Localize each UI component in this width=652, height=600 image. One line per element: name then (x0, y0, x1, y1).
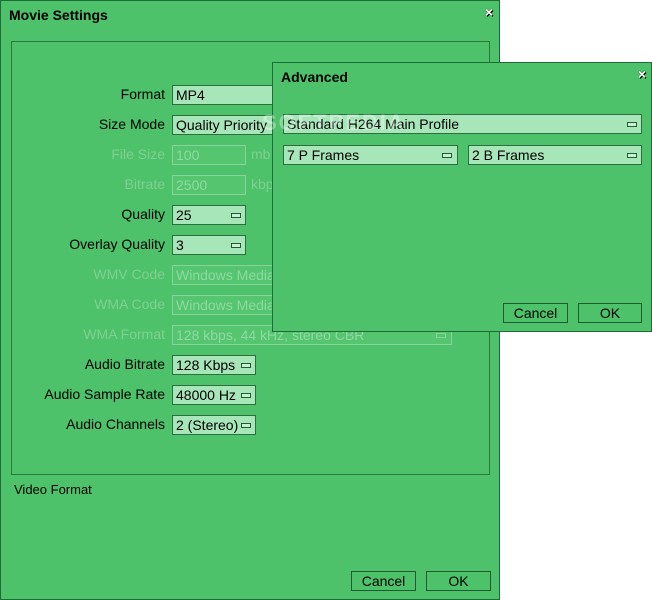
chevron-down-icon[interactable] (241, 393, 251, 398)
ok-button[interactable]: OK (426, 571, 491, 591)
chevron-down-icon[interactable] (442, 153, 452, 158)
file-size-input[interactable]: 100 (172, 145, 246, 165)
file-size-unit: mb (251, 146, 271, 162)
chevron-down-icon[interactable] (627, 153, 637, 158)
b-frames-select[interactable]: 2 B Frames (468, 145, 642, 165)
wmv-code-label: WMV Code (93, 266, 165, 282)
close-icon[interactable]: × (482, 5, 496, 19)
profile-select[interactable]: Standard H264 Main Profile (283, 114, 642, 134)
advanced-title: Advanced (281, 69, 348, 85)
size-mode-label: Size Mode (98, 116, 165, 132)
cancel-button[interactable]: Cancel (503, 303, 568, 323)
quality-label: Quality (121, 206, 165, 222)
chevron-down-icon[interactable] (436, 333, 446, 338)
overlay-quality-label: Overlay Quality (69, 236, 165, 252)
audio-bitrate-label: Audio Bitrate (84, 356, 165, 372)
wma-format-label: WMA Format (83, 326, 165, 342)
close-icon[interactable]: × (635, 67, 649, 81)
chevron-down-icon[interactable] (241, 363, 251, 368)
bitrate-unit: kbp (251, 176, 274, 192)
dialog-title: Movie Settings (9, 7, 108, 23)
ok-button[interactable]: OK (578, 303, 642, 323)
chevron-down-icon[interactable] (627, 122, 637, 127)
advanced-dialog: Advanced × Standard H264 Main Profile 7 … (272, 62, 652, 332)
status-text: Video Format (14, 482, 92, 497)
p-frames-select[interactable]: 7 P Frames (283, 145, 458, 165)
bitrate-input[interactable]: 2500 (172, 175, 246, 195)
wma-code-label: WMA Code (94, 296, 165, 312)
cancel-button[interactable]: Cancel (351, 571, 416, 591)
file-size-label: File Size (111, 146, 165, 162)
chevron-down-icon[interactable] (231, 213, 241, 218)
audio-channels-label: Audio Channels (66, 416, 165, 432)
bitrate-label: Bitrate (124, 176, 165, 192)
chevron-down-icon[interactable] (231, 243, 241, 248)
chevron-down-icon[interactable] (241, 423, 251, 428)
audio-sample-rate-label: Audio Sample Rate (44, 386, 165, 402)
format-label: Format (120, 86, 165, 102)
